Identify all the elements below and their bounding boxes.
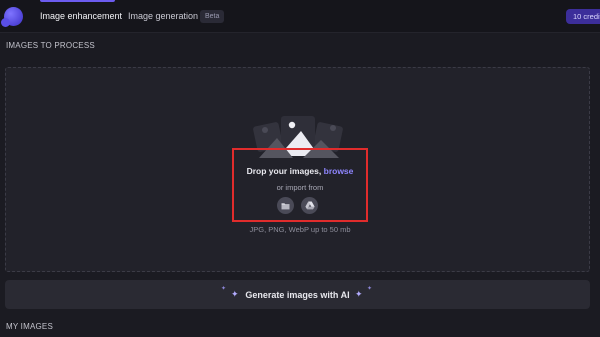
tab-image-generation[interactable]: Image generation — [128, 11, 198, 21]
my-images-title: MY IMAGES — [6, 322, 53, 331]
supported-formats: JPG, PNG, WebP up to 50 mb — [249, 225, 351, 234]
highlight-box — [232, 148, 368, 222]
active-tab-indicator — [40, 0, 115, 2]
credits-badge[interactable]: 10 credits — [566, 9, 600, 24]
top-bar: Image enhancement Image generation Beta … — [0, 0, 600, 33]
images-to-process-title: IMAGES TO PROCESS — [6, 41, 95, 50]
sparkle-icon: ✦ — [367, 286, 373, 292]
generate-images-button[interactable]: ✦ ✦ Generate images with AI ✦ ✦ — [5, 280, 590, 309]
generate-images-label: Generate images with AI — [245, 290, 350, 300]
app-logo[interactable] — [1, 7, 23, 27]
tab-image-enhancement[interactable]: Image enhancement — [40, 11, 122, 21]
beta-badge: Beta — [200, 10, 225, 23]
sparkle-icon: ✦ — [355, 289, 363, 299]
